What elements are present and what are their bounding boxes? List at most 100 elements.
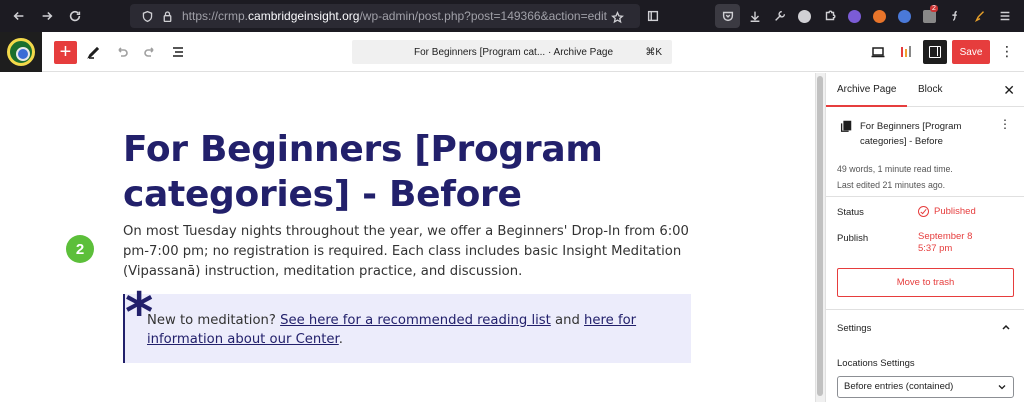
pencil-icon [87, 46, 100, 59]
orange-extension-icon [873, 9, 886, 23]
sidebar-icon [929, 46, 941, 58]
download-icon [750, 11, 759, 22]
options-menu-button[interactable]: ⋮ [1000, 42, 1014, 62]
list-view-icon [173, 47, 183, 57]
callout-middle: and [550, 313, 585, 328]
document-actions-button[interactable]: ⋮ [999, 117, 1011, 131]
extension-brush-button[interactable] [967, 0, 992, 32]
locations-selected-value: Before entries (contained) [844, 381, 954, 392]
redo-button[interactable] [140, 42, 160, 62]
step-badge: 2 [66, 235, 94, 263]
document-title: For Beginners [Program cat... [414, 46, 546, 58]
last-edited: Last edited 21 minutes ago. [837, 180, 946, 190]
reload-icon [69, 10, 81, 22]
back-button[interactable] [6, 3, 32, 29]
locations-select[interactable]: Before entries (contained) [837, 376, 1014, 398]
command-shortcut: ⌘K [645, 46, 662, 58]
reader-view-button[interactable] [640, 0, 665, 32]
chevron-down-icon [998, 385, 1006, 390]
callout-text: New to meditation? See here for a recomm… [147, 311, 677, 349]
lock-icon [158, 7, 176, 25]
document-summary: For Beginners [Program categories] - Bef… [826, 107, 1024, 197]
locations-settings-label: Locations Settings [837, 358, 915, 369]
extensions-puzzle-button[interactable] [817, 0, 842, 32]
downloads-button[interactable] [742, 0, 767, 32]
check-circle-icon [918, 206, 929, 217]
tab-archive-page[interactable]: Archive Page [826, 73, 908, 107]
sidebar-tabs: Archive Page Block ✕ [826, 73, 1024, 107]
publish-date-button[interactable]: September 8 5:37 pm [918, 231, 988, 255]
pocket-button[interactable] [715, 4, 740, 28]
pocket-icon [722, 11, 733, 22]
forward-button[interactable] [34, 3, 60, 29]
intro-paragraph[interactable]: On most Tuesday nights throughout the ye… [123, 222, 693, 282]
extension-gear-button[interactable] [842, 0, 867, 32]
site-logo-button[interactable] [0, 32, 42, 72]
tab-block[interactable]: Block [907, 73, 953, 107]
add-block-button[interactable]: + [54, 41, 77, 64]
bookmark-star-icon[interactable] [608, 8, 626, 26]
browser-extensions: 2 [640, 0, 1017, 32]
document-meta: 49 words, 1 minute read time. Last edite… [837, 161, 953, 193]
shield-icon [138, 7, 156, 25]
settings-sidebar: Archive Page Block ✕ For Beginners [Prog… [825, 73, 1024, 402]
url-text: https://crmp.cambridgeinsight.org/wp-adm… [182, 9, 607, 23]
url-bar[interactable]: https://crmp.cambridgeinsight.org/wp-adm… [130, 4, 640, 28]
arrow-right-icon [42, 11, 53, 21]
preview-button[interactable] [868, 42, 888, 62]
extension-badge-button[interactable]: 2 [917, 0, 942, 32]
site-logo-icon [7, 38, 35, 66]
function-icon [951, 10, 957, 22]
reading-list-link[interactable]: See here for a recommended reading list [280, 313, 551, 328]
document-name: For Beginners [Program categories] - Bef… [860, 121, 962, 147]
settings-panel: Settings Locations Settings Before entri… [826, 309, 1024, 402]
callout-suffix: . [338, 332, 343, 347]
canvas-scroll-thumb[interactable] [817, 76, 823, 396]
arrow-left-icon [13, 11, 24, 21]
puzzle-icon [825, 10, 835, 21]
callout-block[interactable]: * New to meditation? See here for a reco… [123, 286, 691, 363]
editor-canvas: For Beginners [Program categories] - Bef… [0, 73, 815, 402]
document-bar[interactable]: For Beginners [Program cat... · Archive … [352, 40, 672, 64]
extension-badge-count: 2 [930, 5, 938, 12]
callout-prefix: New to meditation? [147, 313, 281, 328]
wrench-icon [774, 10, 785, 21]
publish-label: Publish [837, 233, 869, 244]
settings-sidebar-toggle[interactable] [923, 40, 947, 64]
hamburger-icon [1000, 11, 1009, 21]
undo-button[interactable] [112, 42, 132, 62]
style-book-button[interactable] [896, 42, 916, 62]
extension-s-button[interactable] [792, 0, 817, 32]
word-count: 49 words, 1 minute read time. [837, 164, 953, 174]
info-extension-icon [898, 9, 911, 23]
edit-tool-button[interactable] [84, 42, 104, 62]
page-icon [840, 120, 852, 132]
status-value: Published [934, 206, 976, 217]
extension-orange-button[interactable] [867, 0, 892, 32]
s-extension-icon [798, 9, 811, 23]
tools-button[interactable] [767, 0, 792, 32]
extension-blue-button[interactable] [892, 0, 917, 32]
menu-button[interactable] [992, 0, 1017, 32]
status-value-button[interactable]: Published [918, 206, 976, 217]
brush-icon [974, 11, 984, 22]
gear-extension-icon [848, 9, 861, 23]
editor-toolbar: + For Beginners [Program cat... · Archiv… [0, 32, 1024, 72]
move-to-trash-button[interactable]: Move to trash [837, 268, 1014, 297]
browser-toolbar: https://crmp.cambridgeinsight.org/wp-adm… [0, 0, 1024, 32]
reload-button[interactable] [62, 3, 88, 29]
extension-function-button[interactable] [942, 0, 967, 32]
desktop-icon [871, 47, 885, 58]
reader-view-icon [647, 10, 658, 22]
status-label: Status [837, 207, 864, 218]
settings-panel-toggle[interactable]: Settings [837, 323, 871, 334]
document-type: · Archive Page [548, 46, 614, 58]
list-view-button[interactable] [168, 42, 188, 62]
style-bars-icon [901, 46, 911, 57]
redo-icon [144, 47, 154, 57]
close-sidebar-button[interactable]: ✕ [1003, 82, 1015, 98]
save-button[interactable]: Save [952, 40, 990, 64]
chevron-up-icon[interactable] [1001, 322, 1011, 332]
post-title[interactable]: For Beginners [Program categories] - Bef… [123, 127, 683, 217]
undo-icon [118, 47, 128, 57]
